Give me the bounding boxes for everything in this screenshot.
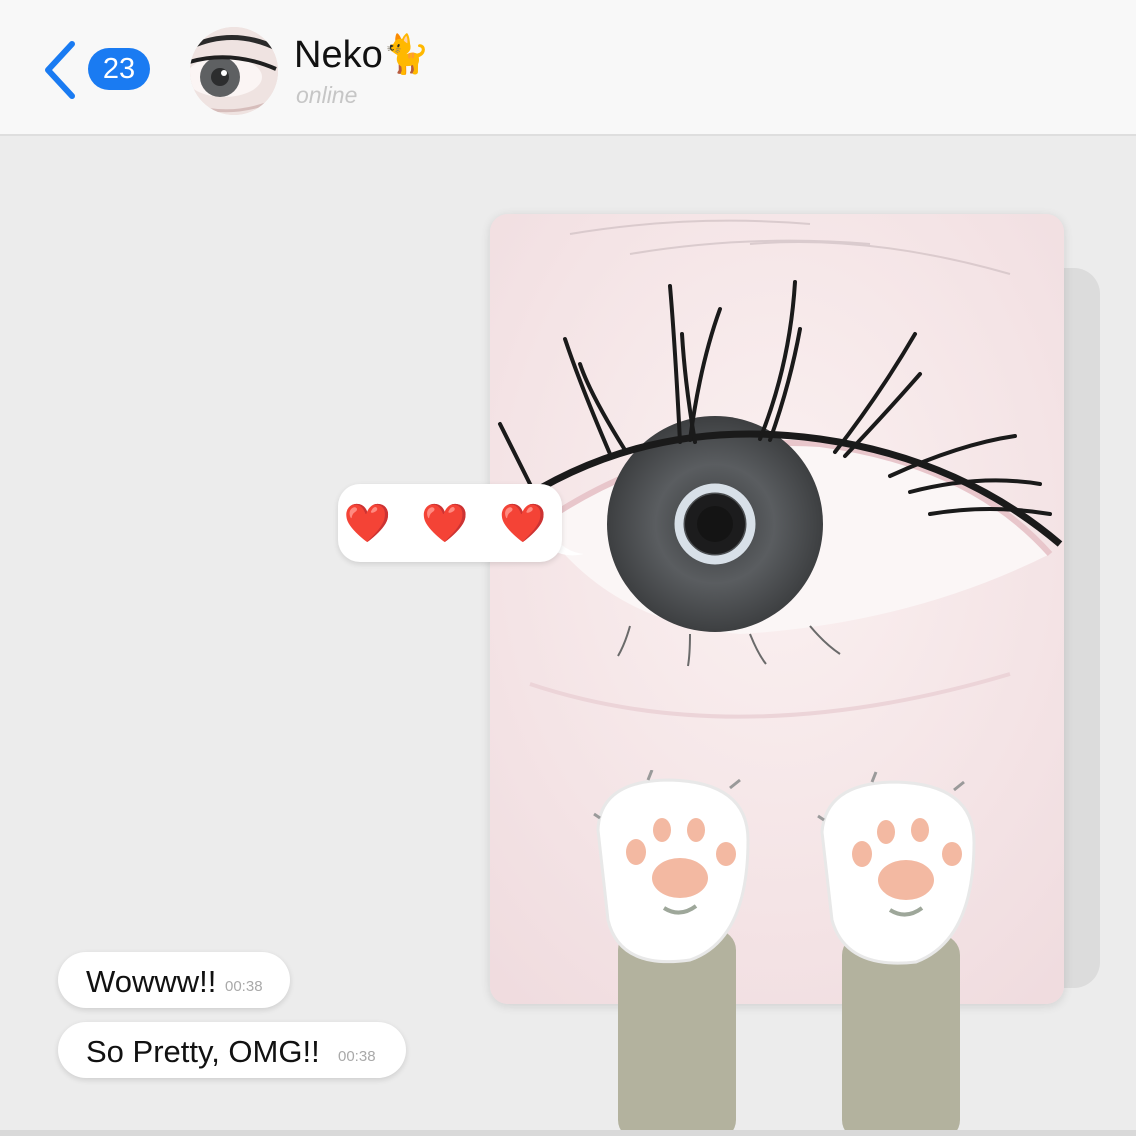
message-time: 00:38	[338, 1048, 376, 1065]
heart-reaction[interactable]: ❤️ ❤️ ❤️	[338, 484, 562, 562]
message-bubble[interactable]: Wowww!! 00:38	[58, 952, 290, 1008]
message-time: 00:38	[225, 978, 263, 995]
avatar[interactable]	[190, 27, 278, 115]
contact-status: online	[296, 82, 358, 108]
message-text: So Pretty, OMG!!	[86, 1034, 320, 1069]
paw-icon	[817, 771, 976, 965]
paw-icon	[593, 770, 750, 964]
unread-badge: 23	[88, 48, 150, 90]
cat-paws-sticker	[593, 770, 976, 1136]
message-bubble[interactable]: So Pretty, OMG!! 00:38	[58, 1022, 406, 1078]
back-button[interactable]: 23	[36, 34, 156, 104]
chat-header: 23 Neko🐈 online	[0, 0, 1136, 136]
back-chevron-icon	[45, 41, 75, 99]
message-text: Wowww!!	[86, 964, 217, 999]
contact-name: Neko🐈	[294, 34, 431, 76]
bottom-edge	[0, 1130, 1136, 1136]
